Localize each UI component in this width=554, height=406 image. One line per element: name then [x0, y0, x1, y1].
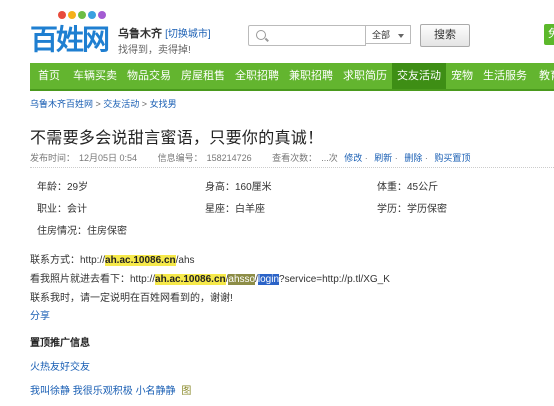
- weight-value: 45公斤: [407, 182, 439, 193]
- contact-note: 联系我时，请一定说明在百姓网看到的，谢谢!: [30, 293, 233, 304]
- breadcrumb: 乌鲁木齐百姓网 > 交友活动 > 女找男: [30, 99, 177, 109]
- page-title: 不需要多会说甜言蜜语，只要你的真诚！: [30, 130, 324, 147]
- breadcrumb-city[interactable]: 乌鲁木齐百姓网: [30, 99, 93, 109]
- promo-links-row: 我叫徐静 我很乐观积极 小名静静 图: [30, 382, 191, 397]
- promote-link[interactable]: 购买置顶: [434, 153, 470, 163]
- nav-item-parttime[interactable]: 兼职招聘: [284, 63, 338, 89]
- housing-label: 住房情况：: [37, 226, 87, 237]
- contact-domain: ah.ac.10086.cn: [105, 255, 176, 266]
- height-value: 160厘米: [235, 182, 272, 193]
- breadcrumb-subcategory[interactable]: 女找男: [150, 99, 177, 109]
- divider: [30, 167, 554, 168]
- post-id-value: 158214726: [206, 153, 252, 163]
- sign-value: 白羊座: [235, 204, 265, 215]
- nav-item-goods[interactable]: 物品交易: [122, 63, 176, 89]
- logo-text: 百姓网: [30, 23, 110, 56]
- info-height: 身高：160厘米: [205, 178, 272, 193]
- post-id-label: 信息编号：: [157, 153, 203, 163]
- search-button[interactable]: 搜索: [420, 24, 470, 47]
- age-value: 29岁: [67, 182, 89, 193]
- photo-line: 看我照片就进去看下：http://ah.ac.10086.cn/ahsso/lo…: [30, 270, 390, 285]
- contact-line: 联系方式：http://ah.ac.10086.cn/ahs: [30, 251, 195, 266]
- sign-label: 星座：: [205, 204, 235, 215]
- post-meta: 发布时间： 12月05日 0:54 信息编号： 158214726 查看次数：...…: [30, 153, 471, 163]
- job-label: 职业：: [37, 204, 67, 215]
- height-label: 身高：: [205, 182, 235, 193]
- city-name: 乌鲁木齐 [切换城市]: [118, 25, 211, 41]
- breadcrumb-category[interactable]: 交友活动: [103, 99, 139, 109]
- search-icon: [256, 30, 266, 40]
- slogan: 找得到，卖得掉!: [118, 45, 191, 56]
- delete-link[interactable]: 删除: [404, 153, 422, 163]
- published-value: 12月05日 0:54: [79, 153, 138, 163]
- photo-path-ahsso: ahsso: [228, 274, 256, 285]
- info-job: 职业：会计: [37, 200, 87, 215]
- nav-item-pets[interactable]: 宠物: [446, 63, 478, 89]
- views-label: 查看次数：: [272, 153, 318, 163]
- weight-label: 体重：: [377, 182, 407, 193]
- info-age: 年龄：29岁: [37, 178, 88, 193]
- info-sign: 星座：白羊座: [205, 200, 265, 215]
- edu-label: 学历：: [377, 204, 407, 215]
- photo-prefix: http://: [130, 274, 156, 285]
- housing-value: 住房保密: [87, 226, 127, 237]
- switch-city-link[interactable]: [切换城市]: [165, 29, 211, 40]
- photo-label: 看我照片就进去看下：: [30, 274, 130, 285]
- photo-path-login: login: [257, 274, 280, 285]
- age-label: 年龄：: [37, 182, 67, 193]
- promo-link-1[interactable]: 火热友好交友: [30, 358, 90, 373]
- job-value: 会计: [67, 204, 87, 215]
- nav-item-housing[interactable]: 房屋租售: [176, 63, 230, 89]
- nav-item-fulltime[interactable]: 全职招聘: [230, 63, 284, 89]
- nav-item-vehicles[interactable]: 车辆买卖: [68, 63, 122, 89]
- nav-item-dating[interactable]: 交友活动: [392, 63, 446, 89]
- views-value: ...次: [321, 153, 338, 163]
- nav-item-education[interactable]: 教育: [532, 63, 554, 89]
- post-button[interactable]: 免费发布: [544, 24, 554, 45]
- edit-link[interactable]: 修改: [344, 153, 362, 163]
- nav-item-services[interactable]: 生活服务: [478, 63, 532, 89]
- promo-link-2[interactable]: 我叫徐静: [30, 386, 70, 397]
- photo-domain: ah.ac.10086.cn: [155, 274, 226, 285]
- image-tag: 图: [181, 386, 192, 397]
- contact-suffix: /ahs: [175, 255, 195, 266]
- share-link[interactable]: 分享: [30, 307, 50, 322]
- nav-item-resume[interactable]: 求职简历: [338, 63, 392, 89]
- refresh-link[interactable]: 刷新: [374, 153, 392, 163]
- nav-item-home[interactable]: 首页: [30, 63, 68, 89]
- published-label: 发布时间：: [30, 153, 76, 163]
- main-nav: 首页 车辆买卖 物品交易 房屋租售 全职招聘 兼职招聘 求职简历 交友活动 宠物…: [30, 63, 554, 91]
- contact-label: 联系方式：: [30, 255, 80, 266]
- photo-suffix: ?service=http://p.tl/XG_K: [279, 274, 390, 285]
- promo-link-3[interactable]: 我很乐观积极: [73, 386, 133, 397]
- promo-title: 置顶推广信息: [30, 338, 90, 349]
- site-logo[interactable]: 百姓网: [30, 10, 116, 56]
- category-select[interactable]: 全部: [365, 25, 411, 44]
- city-label: 乌鲁木齐: [118, 28, 162, 40]
- contact-prefix: http://: [80, 255, 106, 266]
- info-weight: 体重：45公斤: [377, 178, 438, 193]
- promo-link-4[interactable]: 小名静静: [136, 386, 176, 397]
- info-housing: 住房情况：住房保密: [37, 222, 127, 237]
- edu-value: 学历保密: [407, 204, 447, 215]
- info-education: 学历：学历保密: [377, 200, 447, 215]
